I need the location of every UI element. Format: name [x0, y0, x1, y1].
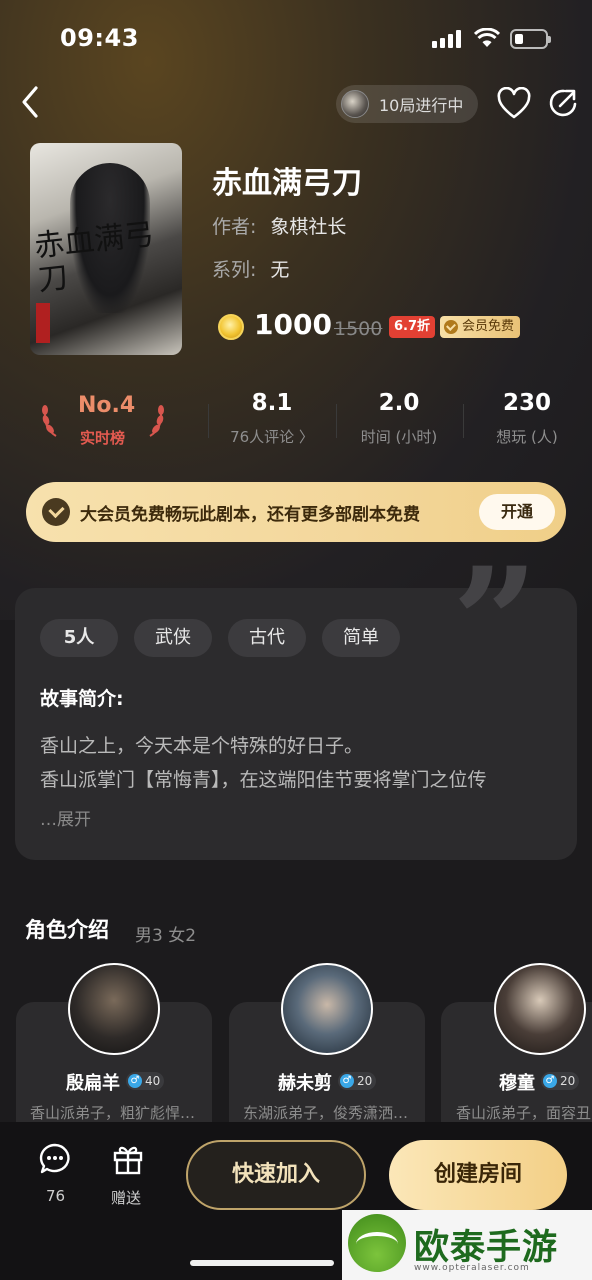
story-line: 香山派掌门【常悔青】，在这端阳佳节要将掌门之位传 [40, 769, 487, 791]
male-icon: ♂ [543, 1074, 557, 1088]
role-avatar [68, 963, 160, 1055]
vip-free-label: 会员免费 [462, 319, 515, 334]
duration-label: 时间 (小时) [360, 428, 438, 446]
role-name: 殷扁羊 [66, 1073, 120, 1094]
duration-value: 2.0 [378, 390, 420, 416]
back-icon[interactable] [14, 82, 50, 122]
gift-label[interactable]: 赠送 [111, 1187, 141, 1208]
share-icon[interactable] [546, 86, 580, 120]
role-age-badge: ♂ 40 [126, 1072, 165, 1090]
round-avatar [341, 90, 369, 118]
rating-comments-link[interactable]: 76人评论 〉 [207, 426, 337, 447]
watermark-logo [348, 1214, 406, 1272]
author-value[interactable]: 象棋社长 [270, 216, 346, 238]
rating-value: 8.1 [251, 390, 293, 416]
male-icon: ♂ [128, 1074, 142, 1088]
vip-icon [444, 320, 458, 334]
role-name: 穆童 [499, 1073, 535, 1094]
status-time: 09:43 [60, 24, 139, 52]
tag-era[interactable]: 古代 [228, 619, 306, 657]
watermark-url: www.opteralaser.com [414, 1263, 530, 1273]
series-value: 无 [270, 259, 290, 281]
discount-badge: 6.7折 [389, 316, 436, 338]
tag-difficulty[interactable]: 简单 [322, 619, 400, 657]
expand-story-link[interactable]: …展开 [40, 805, 91, 830]
gift-icon[interactable] [111, 1142, 145, 1176]
coin-icon [218, 314, 244, 340]
role-age-badge: ♂ 20 [541, 1072, 580, 1090]
role-name: 赫未剪 [278, 1073, 332, 1094]
open-vip-button[interactable]: 开通 [479, 494, 555, 530]
rounds-in-progress-pill[interactable]: 10局进行中 [336, 85, 478, 123]
series-row: 系列: 无 [212, 255, 289, 282]
price: 1000 [254, 308, 332, 341]
script-cover-image: 赤血满弓刀 [30, 143, 182, 355]
role-description: 香山派弟子，面容丑 [456, 1104, 592, 1122]
story-line: 香山之上，今天本是个特殊的好日子。 [40, 735, 364, 757]
male-icon: ♂ [340, 1074, 354, 1088]
want-to-play-value: 230 [502, 390, 551, 416]
laurel-left-icon [40, 398, 60, 438]
heart-icon[interactable] [496, 86, 532, 121]
cover-title-art: 赤血满弓刀 [32, 216, 156, 299]
battery-icon [510, 29, 551, 49]
quick-join-button[interactable]: 快速加入 [186, 1140, 366, 1210]
tag-players: 5人 [40, 619, 118, 657]
tag-genre[interactable]: 武侠 [134, 619, 212, 657]
vip-promo-text: 大会员免费畅玩此剧本，还有更多部剧本免费 [80, 505, 420, 525]
comment-icon[interactable] [38, 1142, 72, 1176]
rank-label[interactable]: 实时榜 [80, 427, 125, 448]
cellular-signal-icon [432, 30, 464, 48]
author-label: 作者: [212, 216, 257, 238]
story-heading: 故事简介: [40, 688, 124, 710]
rounds-in-progress-label: 10局进行中 [379, 96, 464, 115]
vip-crown-icon [42, 498, 70, 526]
author-row: 作者: 象棋社长 [212, 212, 346, 239]
role-avatar [494, 963, 586, 1055]
role-avatar [281, 963, 373, 1055]
wifi-icon [473, 27, 501, 48]
role-age-badge: ♂ 20 [338, 1072, 377, 1090]
roles-heading: 角色介绍 [25, 918, 109, 942]
want-to-play-label: 想玩 (人) [496, 428, 558, 446]
role-description: 东湖派弟子，俊秀潇洒… [243, 1104, 409, 1122]
vip-free-badge: 会员免费 [440, 316, 521, 338]
create-room-button[interactable]: 创建房间 [389, 1140, 567, 1210]
roles-gender-summary: 男3 女2 [135, 926, 197, 946]
role-description: 香山派弟子，粗犷彪悍… [30, 1104, 196, 1122]
home-indicator [190, 1260, 334, 1266]
script-title: 赤血满弓刀 [212, 166, 362, 201]
comment-count[interactable]: 76 [46, 1187, 65, 1205]
original-price: 1500 [334, 318, 383, 340]
laurel-right-icon [146, 398, 166, 438]
quote-mark-icon: ” [452, 535, 539, 711]
series-label: 系列: [212, 259, 257, 281]
rank-number[interactable]: No.4 [78, 393, 135, 418]
